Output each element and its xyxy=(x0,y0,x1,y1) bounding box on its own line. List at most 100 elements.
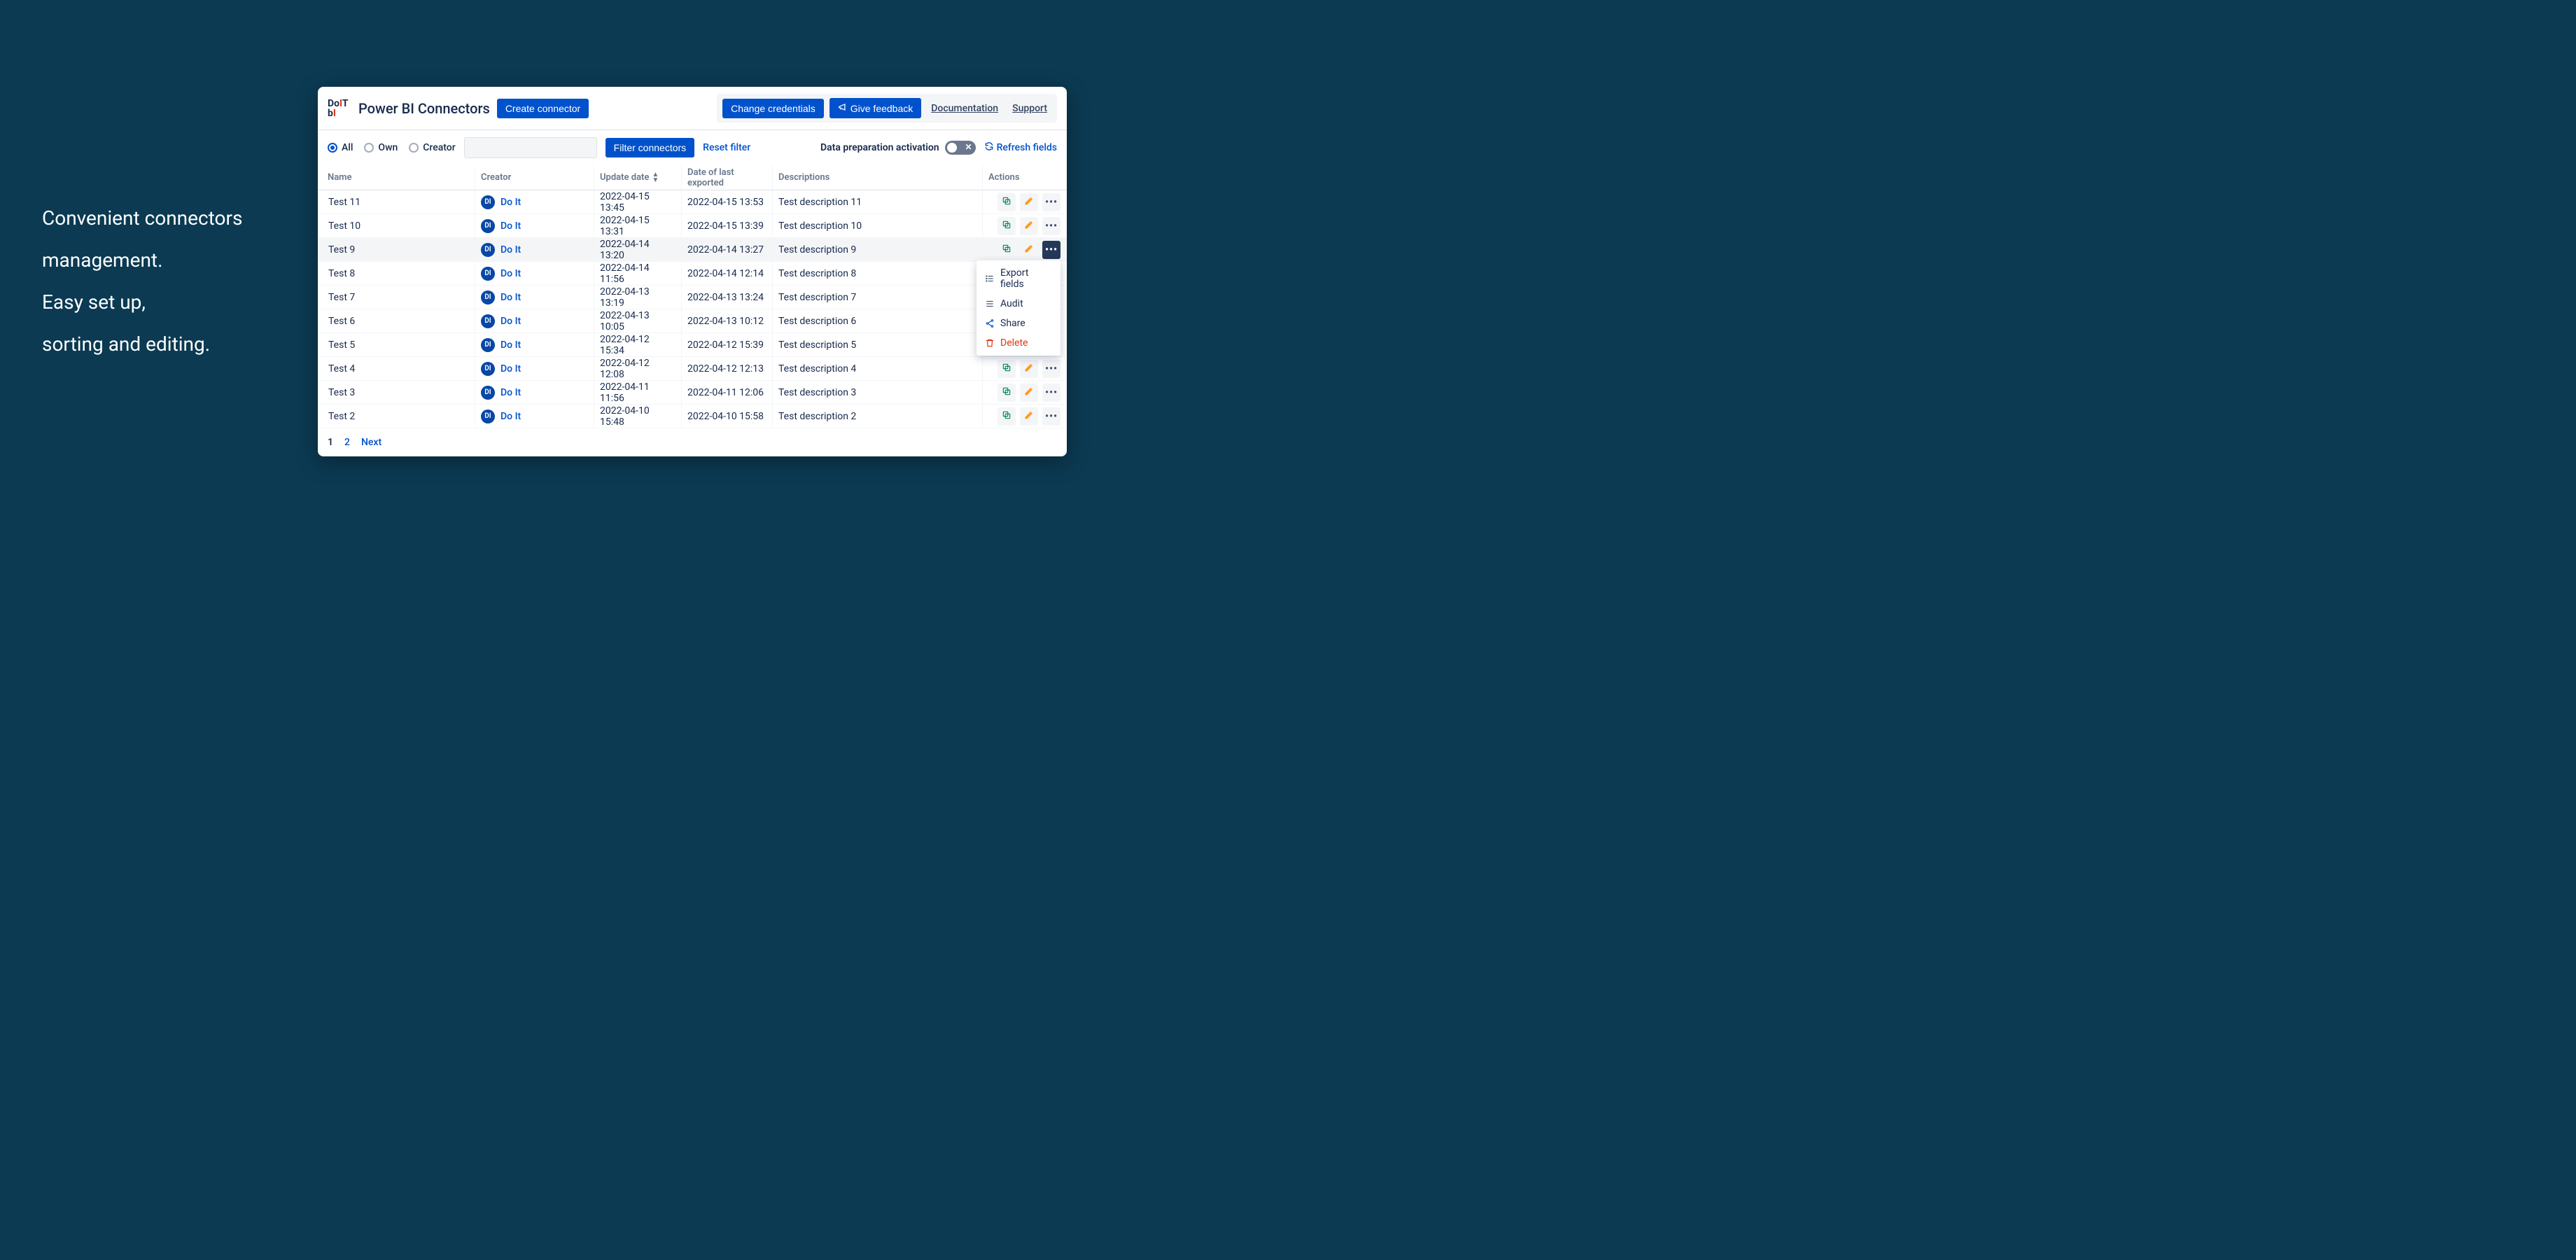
trash-icon xyxy=(985,338,995,348)
table-row: Test 3DIDo It2022-04-11 11:562022-04-11 … xyxy=(318,381,1067,405)
copy-button[interactable] xyxy=(997,384,1016,402)
copy-button[interactable] xyxy=(997,241,1016,259)
cell-name: Test 10 xyxy=(328,214,475,237)
data-preparation-toggle[interactable]: ✕ xyxy=(945,141,976,155)
cell-update-date: 2022-04-12 12:08 xyxy=(594,357,681,380)
edit-button[interactable] xyxy=(1020,360,1038,378)
refresh-icon xyxy=(984,141,994,154)
page-1[interactable]: 1 xyxy=(328,437,333,448)
filter-radio-creator[interactable]: Creator xyxy=(409,142,455,153)
documentation-link[interactable]: Documentation xyxy=(927,103,1002,114)
column-header-name[interactable]: Name xyxy=(328,165,475,190)
cell-creator: DI Do It xyxy=(475,405,594,428)
more-icon: ••• xyxy=(1045,411,1058,422)
edit-button[interactable] xyxy=(1020,384,1038,402)
table-row: Test 2DIDo It2022-04-10 15:482022-04-10 … xyxy=(318,405,1067,428)
more-actions-button[interactable]: ••• xyxy=(1042,217,1060,235)
column-header-creator[interactable]: Creator xyxy=(475,165,594,190)
copy-button[interactable] xyxy=(997,360,1016,378)
search-input[interactable] xyxy=(464,137,597,158)
creator-link[interactable]: Do It xyxy=(500,268,521,279)
filter-radio-all[interactable]: All xyxy=(328,142,353,153)
cell-date-exported: 2022-04-11 12:06 xyxy=(681,381,772,404)
cell-date-exported: 2022-04-15 13:39 xyxy=(681,214,772,237)
cell-description: Test description 11 xyxy=(772,190,982,214)
cell-actions: ••• xyxy=(982,238,1066,261)
page-title: Power BI Connectors xyxy=(358,100,490,117)
row-actions-menu: Export fields Audit Share Delete xyxy=(976,260,1060,356)
marketing-line: management. xyxy=(42,239,242,281)
avatar: DI xyxy=(481,410,495,424)
cell-description: Test description 8 xyxy=(772,262,982,285)
copy-button[interactable] xyxy=(997,217,1016,235)
copy-icon xyxy=(1002,220,1011,232)
change-credentials-button[interactable]: Change credentials xyxy=(722,99,824,118)
cell-date-exported: 2022-04-12 12:13 xyxy=(681,357,772,380)
create-connector-button[interactable]: Create connector xyxy=(497,99,589,118)
more-icon: ••• xyxy=(1045,244,1058,255)
table-row: Test 7DIDo It2022-04-13 13:192022-04-13 … xyxy=(318,286,1067,309)
creator-link[interactable]: Do It xyxy=(500,197,521,208)
menu-delete[interactable]: Delete xyxy=(976,333,1060,353)
creator-link[interactable]: Do It xyxy=(500,292,521,303)
table-body: Test 11DIDo It2022-04-15 13:452022-04-15… xyxy=(318,190,1067,428)
copy-icon xyxy=(1002,244,1011,256)
more-actions-button[interactable]: ••• xyxy=(1042,193,1060,211)
cell-update-date: 2022-04-13 13:19 xyxy=(594,286,681,309)
give-feedback-button[interactable]: Give feedback xyxy=(830,98,922,118)
creator-link[interactable]: Do It xyxy=(500,340,521,351)
cell-name: Test 11 xyxy=(328,190,475,214)
creator-link[interactable]: Do It xyxy=(500,411,521,422)
cell-description: Test description 7 xyxy=(772,286,982,309)
avatar: DI xyxy=(481,338,495,352)
filter-radio-own[interactable]: Own xyxy=(364,142,398,153)
copy-button[interactable] xyxy=(997,407,1016,426)
pencil-icon xyxy=(1024,386,1034,399)
sort-icon: ▲▼ xyxy=(652,172,659,183)
more-actions-button[interactable]: ••• xyxy=(1042,360,1060,378)
radio-icon xyxy=(364,143,374,153)
avatar: DI xyxy=(481,362,495,376)
page-next[interactable]: Next xyxy=(361,437,382,448)
creator-link[interactable]: Do It xyxy=(500,363,521,374)
cell-description: Test description 3 xyxy=(772,381,982,404)
refresh-fields-link[interactable]: Refresh fields xyxy=(984,141,1057,154)
avatar: DI xyxy=(481,243,495,257)
cell-description: Test description 2 xyxy=(772,405,982,428)
menu-share[interactable]: Share xyxy=(976,314,1060,333)
edit-button[interactable] xyxy=(1020,241,1038,259)
column-header-date-exported[interactable]: Date of last exported xyxy=(681,165,772,190)
pencil-icon xyxy=(1024,196,1034,209)
edit-button[interactable] xyxy=(1020,217,1038,235)
cell-description: Test description 4 xyxy=(772,357,982,380)
reset-filter-link[interactable]: Reset filter xyxy=(703,142,750,153)
cell-description: Test description 9 xyxy=(772,238,982,261)
column-header-descriptions[interactable]: Descriptions xyxy=(772,165,982,190)
more-actions-button[interactable]: ••• xyxy=(1042,384,1060,402)
cell-creator: DIDo It xyxy=(475,190,594,214)
creator-link[interactable]: Do It xyxy=(500,316,521,327)
logo: DoIT bI xyxy=(328,99,351,118)
support-link[interactable]: Support xyxy=(1008,103,1051,114)
edit-button[interactable] xyxy=(1020,193,1038,211)
creator-link[interactable]: Do It xyxy=(500,244,521,255)
cell-update-date: 2022-04-13 10:05 xyxy=(594,309,681,332)
cell-update-date: 2022-04-10 15:48 xyxy=(594,405,681,428)
menu-audit[interactable]: Audit xyxy=(976,294,1060,314)
filter-connectors-button[interactable]: Filter connectors xyxy=(606,138,694,158)
pencil-icon xyxy=(1024,244,1034,256)
cell-actions: ••• xyxy=(982,405,1066,428)
column-header-update-date[interactable]: Update date ▲▼ xyxy=(594,165,681,190)
edit-button[interactable] xyxy=(1020,407,1038,426)
more-actions-button[interactable]: ••• xyxy=(1042,407,1060,426)
page-2[interactable]: 2 xyxy=(344,437,350,448)
connectors-table: Name Creator Update date ▲▼ Date of last… xyxy=(318,165,1067,428)
copy-button[interactable] xyxy=(997,193,1016,211)
cell-name: Test 4 xyxy=(328,357,475,380)
creator-link[interactable]: Do It xyxy=(500,387,521,398)
creator-link[interactable]: Do It xyxy=(500,220,521,232)
more-actions-button[interactable]: ••• xyxy=(1042,241,1060,259)
cell-name: Test 5 xyxy=(328,333,475,356)
menu-export-fields[interactable]: Export fields xyxy=(976,263,1060,294)
avatar: DI xyxy=(481,219,495,233)
